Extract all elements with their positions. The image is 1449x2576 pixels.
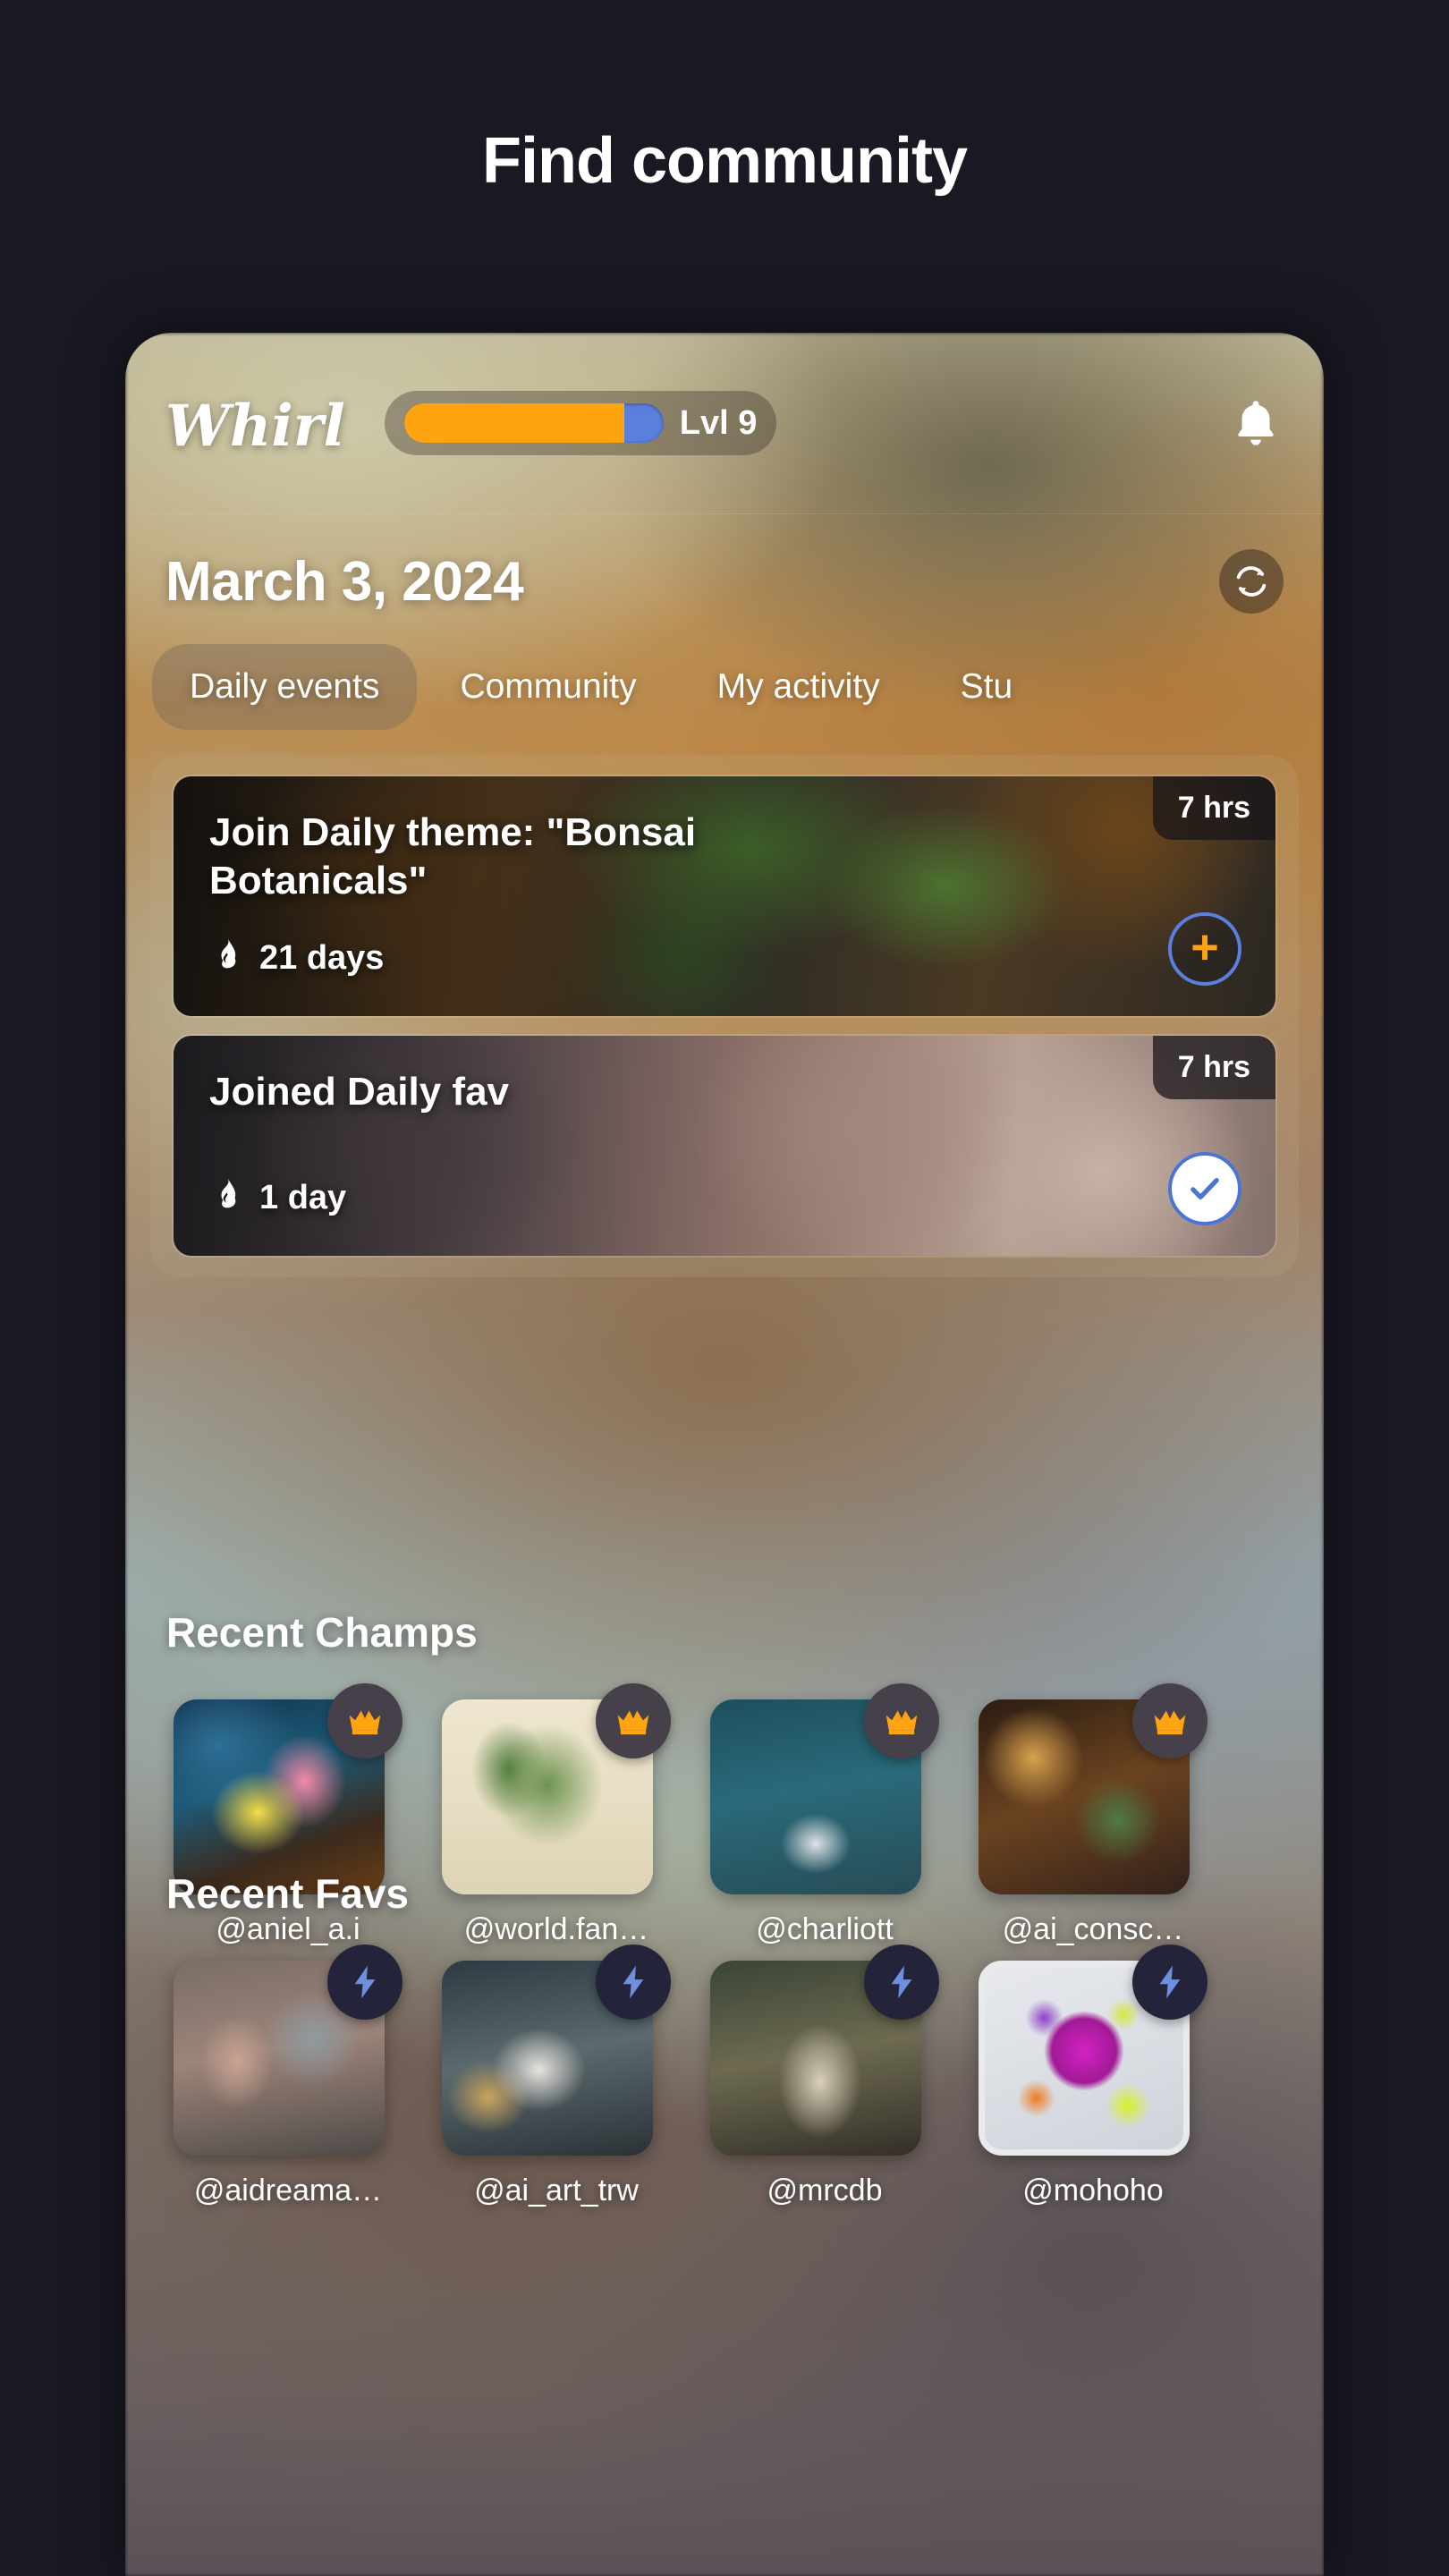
fav-thumb-wrap[interactable]	[174, 1945, 402, 2156]
champ-thumb-wrap[interactable]	[710, 1683, 939, 1894]
event-title: Join Daily theme: "Bonsai Botanicals"	[209, 810, 697, 902]
crown-icon	[596, 1683, 671, 1758]
champ-thumb-wrap[interactable]	[979, 1683, 1208, 1894]
current-date: March 3, 2024	[165, 550, 524, 613]
xp-progress[interactable]: Lvl 9	[384, 391, 777, 455]
flame-icon	[209, 1175, 245, 1220]
event-body: Joined Daily fav	[174, 1036, 1275, 1256]
event-join-button[interactable]: +	[1168, 912, 1241, 986]
recent-favs-row[interactable]: @aidreama… @ai_art_trw @mrcdb @mohoho	[154, 1945, 1290, 2208]
champ-item[interactable]: @charliott	[703, 1683, 946, 1947]
check-icon	[1191, 1178, 1219, 1199]
page-title: Find community	[482, 125, 968, 197]
event-card-bonsai[interactable]: 7 hrs Join Daily theme: "Bonsai Botanica…	[172, 775, 1277, 1018]
fav-item[interactable]: @mrcdb	[703, 1945, 946, 2208]
champ-item[interactable]: @ai_consc…	[971, 1683, 1215, 1947]
tab-community[interactable]: Community	[422, 644, 674, 730]
fav-thumb-wrap[interactable]	[979, 1945, 1208, 2156]
xp-track	[403, 403, 664, 443]
fav-username: @mrcdb	[767, 2174, 883, 2207]
event-streak: 1 day	[209, 1175, 346, 1220]
bolt-icon	[864, 1945, 939, 2020]
champ-thumb-wrap[interactable]	[442, 1683, 671, 1894]
tab-my-activity[interactable]: My activity	[680, 644, 918, 730]
fav-item[interactable]: @mohoho	[971, 1945, 1215, 2208]
event-streak-label: 21 days	[259, 938, 385, 977]
champ-item[interactable]: @world.fan…	[435, 1683, 678, 1947]
bell-icon[interactable]	[1228, 395, 1284, 451]
recent-champs-title: Recent Champs	[166, 1609, 478, 1656]
fav-username: @aidreama…	[193, 2174, 383, 2207]
event-streak: 21 days	[209, 936, 384, 980]
bolt-icon	[327, 1945, 402, 2020]
fav-username: @ai_art_trw	[474, 2174, 639, 2207]
phone-mockup: Whirl Lvl 9 March 3, 2024 Daily events C…	[125, 333, 1324, 2576]
crown-icon	[1132, 1683, 1208, 1758]
fav-item[interactable]: @ai_art_trw	[435, 1945, 678, 2208]
app-logo[interactable]: Whirl	[165, 398, 345, 455]
xp-fill	[403, 403, 625, 443]
champ-username: @world.fan…	[463, 1912, 649, 1946]
tab-daily-events[interactable]: Daily events	[152, 644, 418, 730]
champ-thumb-wrap[interactable]	[174, 1683, 402, 1894]
event-card-daily-fav[interactable]: 7 hrs Joined Daily fav 1 day	[172, 1034, 1277, 1258]
fav-thumb-wrap[interactable]	[710, 1945, 939, 2156]
bolt-icon	[596, 1945, 671, 2020]
tab-studio[interactable]: Stu	[923, 644, 1051, 730]
daily-events-panel: 7 hrs Join Daily theme: "Bonsai Botanica…	[150, 755, 1299, 1277]
fav-username: @mohoho	[1022, 2174, 1164, 2207]
bolt-icon	[1132, 1945, 1208, 2020]
refresh-icon[interactable]	[1219, 549, 1284, 614]
tab-bar[interactable]: Daily events Community My activity Stu	[125, 644, 1324, 730]
plus-icon: +	[1191, 920, 1219, 974]
event-streak-label: 1 day	[259, 1178, 347, 1216]
fav-thumb-wrap[interactable]	[442, 1945, 671, 2156]
flame-icon	[209, 936, 245, 980]
recent-favs-title: Recent Favs	[166, 1870, 410, 1917]
level-label: Lvl 9	[679, 403, 758, 442]
crown-icon	[327, 1683, 402, 1758]
fav-item[interactable]: @aidreama…	[166, 1945, 410, 2208]
crown-icon	[864, 1683, 939, 1758]
champ-username: @ai_consc…	[1002, 1912, 1184, 1946]
champ-username: @charliott	[756, 1912, 894, 1946]
screenshot-root: Find community Whirl Lvl 9 March 3, 2024	[0, 0, 1449, 2576]
app-top-bar: Whirl Lvl 9	[125, 333, 1324, 514]
date-row: March 3, 2024	[125, 514, 1324, 648]
event-title: Joined Daily fav	[209, 1070, 510, 1114]
event-joined-button[interactable]	[1168, 1152, 1241, 1225]
